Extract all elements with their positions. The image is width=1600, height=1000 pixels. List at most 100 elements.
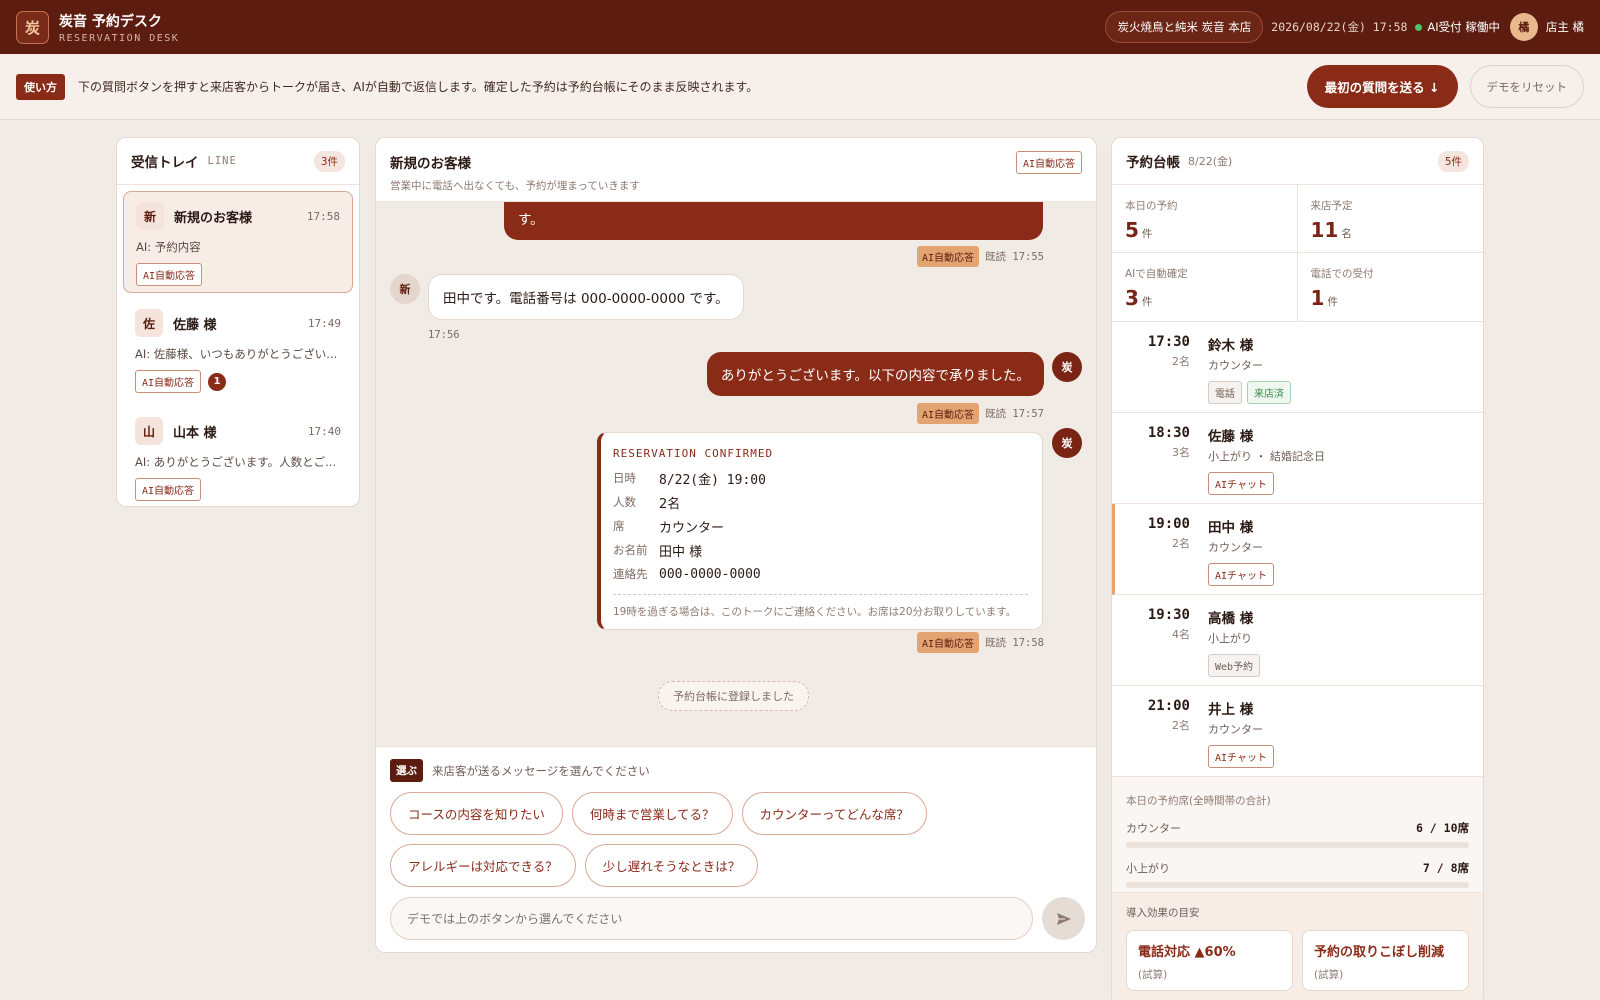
thread-item-new-guest[interactable]: 新 新規のお客様 17:58 AI: 予約内容 AI自動応答 <box>123 191 353 293</box>
confirmation-value: 2名 <box>659 496 681 512</box>
thread-preview: AI: 予約内容 <box>136 240 201 254</box>
reservation-time: 19:30 <box>1147 607 1190 623</box>
reset-demo-button[interactable]: デモをリセット <box>1469 65 1584 108</box>
stat-today-reservations: 本日の予約 5件 <box>1112 185 1298 253</box>
stat-value: 5 <box>1125 218 1139 242</box>
capacity-bar-koagari <box>1126 882 1469 888</box>
store-selector[interactable]: 炭火焼鳥と純米 炭音 本店 <box>1105 11 1264 43</box>
reservation-detail: 小上がり <box>1208 632 1252 645</box>
quick-reply-counter[interactable]: カウンターってどんな席？ <box>741 792 927 835</box>
quick-reply-course[interactable]: コースの内容を知りたい <box>390 792 563 835</box>
confirmation-value: 田中 様 <box>659 544 703 560</box>
unread-count-badge: 1 <box>208 372 227 391</box>
message-meta: AI自動応答 既読 17:58 <box>917 632 1044 653</box>
confirmation-note: 19時を過ぎる場合は、このトークにご連絡ください。お席は20分お取りしています。 <box>613 594 1028 619</box>
thread-item-sato[interactable]: 佐 佐藤 様 17:49 AI: 佐藤様、いつもありがとうござい... AI自動… <box>123 299 353 401</box>
capacity-fill <box>1126 842 1332 848</box>
message-input[interactable] <box>390 897 1033 940</box>
reservation-people: 2名 <box>1172 355 1190 368</box>
message-meta: AI自動応答 既読 17:55 <box>917 246 1044 267</box>
status-tag: 来店済 <box>1247 381 1291 404</box>
reservation-row[interactable]: 18:30 3名 佐藤 様小上がり ・ 結婚記念日 AIチャット <box>1112 413 1483 504</box>
reservation-ledger-panel: 予約台帳 8/22(金) 5件 本日の予約 5件 来店予定 11 名 AIで自動確… <box>1111 137 1484 1000</box>
user-name[interactable]: 店主 橘 <box>1546 19 1584 35</box>
confirmation-row: 連絡先 000-0000-0000 <box>613 562 1028 586</box>
reservation-people: 2名 <box>1172 719 1190 732</box>
send-icon <box>1056 912 1071 925</box>
reservation-detail: カウンター <box>1208 359 1263 372</box>
app-logo: 炭 <box>16 10 49 44</box>
send-button[interactable] <box>1042 897 1085 940</box>
confirmation-row: 席 カウンター <box>613 514 1028 538</box>
quick-reply-allergy[interactable]: アレルギーは対応できる？ <box>390 844 576 887</box>
stat-label: AIで自動確定 <box>1125 268 1188 280</box>
thread-time: 17:58 <box>306 209 340 223</box>
reservation-name: 佐藤 様 <box>1208 429 1254 445</box>
ai-auto-tag: AI自動応答 <box>135 370 202 393</box>
usage-guide-bar: 使い方 下の質問ボタンを押すと来店客からトークが届き、AIが自動で返信します。確… <box>0 54 1600 120</box>
capacity-fill <box>1126 882 1427 888</box>
confirmation-value: カウンター <box>659 520 725 536</box>
reservation-detail: 小上がり ・ 結婚記念日 <box>1208 450 1325 463</box>
ai-auto-tag: AI自動応答 <box>917 403 980 424</box>
stat-value: 1 <box>1310 286 1325 310</box>
stat-value: 11 <box>1310 218 1339 242</box>
impact-main: 予約の取りこぼし削減 <box>1314 945 1445 960</box>
source-tag: AIチャット <box>1208 745 1274 768</box>
chat-subtitle: 営業中に電話へ出なくても、予約が埋まっていきます <box>390 180 640 192</box>
thread-name: 佐藤 様 <box>173 317 217 333</box>
impact-card-phone: 電話対応 ▲60% (試算) <box>1126 930 1293 991</box>
thread-time: 17:49 <box>307 316 341 330</box>
ledger-header: 予約台帳 8/22(金) 5件 <box>1112 138 1483 185</box>
chat-mode-tag: AI自動応答 <box>1015 151 1082 174</box>
source-tag: Web予約 <box>1208 654 1261 677</box>
ai-auto-tag: AI自動応答 <box>136 263 203 286</box>
choose-instruction: 来店客が送るメッセージを選んでください <box>432 763 650 778</box>
stat-label: 来店予定 <box>1310 200 1353 212</box>
user-avatar[interactable]: 橘 <box>1509 13 1538 41</box>
quick-reply-late[interactable]: 少し遅れそうなときは？ <box>584 844 759 887</box>
reservation-time: 19:00 <box>1147 516 1190 532</box>
header-right: 炭火焼鳥と純米 炭音 本店 2026/08/22(金) 17:58 AI受付 稼… <box>1105 11 1584 43</box>
reservation-row-current[interactable]: 19:00 2名 田中 様カウンター AIチャット <box>1112 504 1483 595</box>
confirmation-label: 連絡先 <box>613 567 648 581</box>
reservation-row[interactable]: 17:30 2名 鈴木 様カウンター 電話 来店済 <box>1112 322 1483 413</box>
thread-item-yamamoto[interactable]: 山 山本 様 17:40 AI: ありがとうございます。人数とご... AI自動… <box>123 407 353 506</box>
reservation-name: 井上 様 <box>1208 702 1254 718</box>
current-datetime: 2026/08/22(金) 17:58 <box>1271 20 1408 34</box>
status-dot-icon <box>1415 23 1423 31</box>
thread-avatar: 佐 <box>135 309 163 337</box>
impact-sub: (試算) <box>1314 969 1344 981</box>
confirmation-row: お名前 田中 様 <box>613 538 1028 562</box>
thread-name: 新規のお客様 <box>174 210 253 226</box>
message-list[interactable]: す。 AI自動応答 既読 17:55 新 田中です。電話番号は 000-0000… <box>376 202 1096 746</box>
ai-auto-tag: AI自動応答 <box>917 632 980 653</box>
reservation-time: 17:30 <box>1147 334 1190 350</box>
source-tag: AIチャット <box>1208 563 1274 586</box>
confirmation-value: 000-0000-0000 <box>659 566 761 582</box>
stat-unit: 件 <box>1141 296 1153 308</box>
reservation-row[interactable]: 19:30 4名 高橋 様小上がり Web予約 <box>1112 595 1483 686</box>
impact-main: 電話対応 ▲60% <box>1138 945 1236 960</box>
ledger-date: 8/22(金) <box>1188 155 1233 168</box>
inbox-title: 受信トレイ <box>131 155 199 171</box>
stat-phone-reservations: 電話での受付 1件 <box>1298 253 1484 321</box>
chat-panel: 新規のお客様 営業中に電話へ出なくても、予約が埋まっていきます AI自動応答 す… <box>375 137 1097 953</box>
reservation-detail: カウンター <box>1208 541 1263 554</box>
reservation-name: 高橋 様 <box>1208 611 1254 627</box>
ledger-stats: 本日の予約 5件 来店予定 11 名 AIで自動確定 3件 電話での受付 1件 <box>1112 185 1483 322</box>
reservation-detail: カウンター <box>1208 723 1263 736</box>
quick-reply-hours[interactable]: 何時まで営業してる？ <box>571 792 733 835</box>
confirmation-row: 人数 2名 <box>613 490 1028 514</box>
reservation-people: 3名 <box>1172 446 1190 459</box>
thread-name: 山本 様 <box>173 425 217 441</box>
capacity-value: 7 / 8席 <box>1422 861 1469 875</box>
reservation-time: 21:00 <box>1147 698 1190 714</box>
stat-value: 3 <box>1125 286 1139 310</box>
seat-capacity: 本日の予約席(全時間帯の合計) カウンター 6 / 10席 小上がり 7 / 8席 <box>1112 777 1483 893</box>
send-first-question-button[interactable]: 最初の質問を送る ↓ <box>1306 65 1458 108</box>
capacity-bar-counter <box>1126 842 1469 848</box>
impact-section: 導入効果の目安 電話対応 ▲60% (試算) 予約の取りこぼし削減 (試算) <box>1112 893 1483 1000</box>
reservation-row[interactable]: 21:00 2名 井上 様カウンター AIチャット <box>1112 686 1483 777</box>
reservation-time: 18:30 <box>1147 425 1190 441</box>
